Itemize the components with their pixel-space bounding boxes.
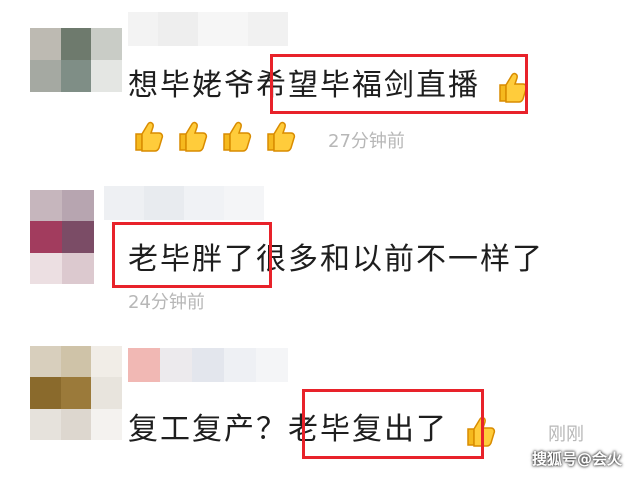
emoji-row xyxy=(128,118,296,154)
comment-timestamp: 27分钟前 xyxy=(328,131,405,152)
comment-timestamp: 24分钟前 xyxy=(128,292,205,313)
watermark: 搜狐号@会火 xyxy=(531,450,622,468)
comment-text-before: 想毕姥爷 xyxy=(128,68,256,103)
highlight-box xyxy=(270,54,528,114)
thumbs-up-icon xyxy=(172,118,208,154)
username-blurred[interactable] xyxy=(128,348,288,382)
thumbs-up-icon xyxy=(128,118,164,154)
thumbs-up-icon xyxy=(260,118,296,154)
username-blurred[interactable] xyxy=(128,12,288,46)
avatar[interactable] xyxy=(30,28,122,92)
avatar[interactable] xyxy=(30,346,122,440)
comment-2: 老毕胖了很多和以前不一样了 24分钟前 xyxy=(0,170,640,330)
username-blurred[interactable] xyxy=(104,186,264,220)
avatar[interactable] xyxy=(30,190,94,284)
comment-1: 想毕姥爷希望毕福剑直播 27分钟前 xyxy=(0,0,640,170)
comment-timestamp: 刚刚 xyxy=(548,424,584,445)
highlight-box xyxy=(302,389,484,459)
comment-text-after: 很多和以前不一样了 xyxy=(256,242,544,277)
highlight-box xyxy=(112,222,272,288)
comment-text-before: 复工复产？ xyxy=(128,412,288,447)
thumbs-up-icon xyxy=(216,118,252,154)
